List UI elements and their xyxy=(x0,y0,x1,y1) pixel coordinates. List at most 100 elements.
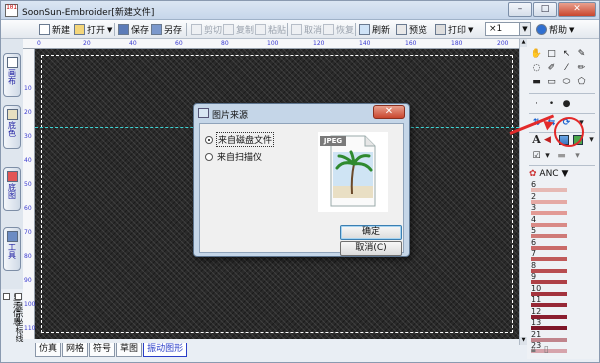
chevron-down-icon[interactable]: ▾ xyxy=(585,133,598,146)
chevron-down-icon[interactable]: ▾ xyxy=(571,149,584,162)
toolbar-separator xyxy=(186,23,187,36)
hand-tool-icon[interactable]: ✋ xyxy=(530,47,543,60)
preview-icon xyxy=(396,24,407,35)
cancel-button[interactable]: 取消(C) xyxy=(340,241,402,256)
tab-bottom-3[interactable]: 草图 xyxy=(116,343,143,357)
ruler-tick-label: 200 xyxy=(497,40,509,47)
show-info-checkbox[interactable] xyxy=(3,293,10,300)
new-button[interactable]: 新建 xyxy=(39,22,70,37)
print-label: 打印 xyxy=(448,26,467,36)
rect-outline-icon[interactable]: ▭ xyxy=(545,75,558,88)
close-button[interactable]: ✕ xyxy=(558,2,596,17)
option-scanner-label: 来自扫描仪 xyxy=(217,153,263,163)
ruler-tick-label: 140 xyxy=(359,40,371,47)
show-ruler-checkbox[interactable] xyxy=(15,293,22,300)
scroll-down-icon[interactable]: ▼ xyxy=(520,337,527,345)
pencil-tool-icon[interactable]: ✏ xyxy=(575,61,588,74)
redo-button[interactable]: 恢复 xyxy=(323,22,354,37)
chevron-down-icon[interactable]: ▾ xyxy=(541,149,554,162)
chevron-down-icon: ▼ xyxy=(107,25,113,34)
line-style-icon[interactable]: ▬ xyxy=(555,149,568,162)
color-set-label: ANC xyxy=(539,169,559,179)
lasso-tool-icon[interactable]: ◌ xyxy=(530,61,543,74)
megaphone-tool-icon[interactable]: ◀ xyxy=(541,133,554,146)
preview-button[interactable]: 预览 xyxy=(396,22,427,37)
filled-rect-icon[interactable]: ▬ xyxy=(530,75,543,88)
ruler-tick-label: 20 xyxy=(83,40,91,47)
print-button[interactable]: 打印 ▼ xyxy=(435,22,473,37)
radio-file[interactable] xyxy=(205,135,213,144)
tab-bottom-4[interactable]: 振动图形 xyxy=(143,343,188,357)
dot-small-icon[interactable]: · xyxy=(530,97,543,110)
top-ruler: 0 20 40 60 80 100 120 140 160 180 200 xyxy=(23,39,519,49)
thread-color-swatch xyxy=(531,257,567,261)
option-from-file[interactable]: 来自磁盘文件 xyxy=(205,132,275,147)
scroll-up-icon[interactable]: ▲ xyxy=(520,39,527,47)
tab-canvas[interactable]: 画布 xyxy=(3,53,21,97)
minimize-button[interactable]: – xyxy=(508,2,532,17)
paste-button[interactable]: 粘贴 xyxy=(255,22,286,37)
page-icon[interactable]: ▯ xyxy=(544,345,549,359)
dot-medium-icon[interactable]: • xyxy=(545,97,558,110)
pointer-tool-icon[interactable]: ↖ xyxy=(560,47,573,60)
redo-icon xyxy=(323,24,334,35)
preview-label: 预览 xyxy=(409,26,428,36)
ok-button[interactable]: 确定 xyxy=(340,225,402,240)
maximize-button[interactable]: □ xyxy=(533,2,557,17)
tab-tools[interactable]: 工具 xyxy=(3,227,21,271)
cut-button[interactable]: 剪切 xyxy=(191,22,222,37)
ellipse-icon[interactable]: ⬭ xyxy=(560,75,573,88)
zoom-select[interactable]: ×1 ▼ xyxy=(485,22,531,36)
printer-icon xyxy=(435,24,446,35)
paste-label: 粘贴 xyxy=(268,26,287,36)
help-button[interactable]: 帮助 ▼ xyxy=(536,22,574,37)
option-from-scanner[interactable]: 来自扫描仪 xyxy=(205,150,262,163)
copy-button[interactable]: 复制 xyxy=(223,22,254,37)
brush-tool-icon[interactable]: ✐ xyxy=(545,61,558,74)
app-icon: 101 xyxy=(5,4,18,17)
image-icon xyxy=(6,171,18,182)
select-rect-icon[interactable]: □ xyxy=(545,47,558,60)
pen-tool-icon[interactable]: ✎ xyxy=(575,47,588,60)
open-button[interactable]: 打开 ▼ xyxy=(74,22,112,37)
radio-scanner[interactable] xyxy=(205,152,213,161)
eyedropper-tool-icon[interactable]: ⁄ xyxy=(560,61,573,74)
scissors-icon xyxy=(191,24,202,35)
tab-background-image[interactable]: 底图 xyxy=(3,167,21,211)
ruler-tick-label: 180 xyxy=(451,40,463,47)
tab-background-color[interactable]: 底色 xyxy=(3,105,21,149)
save-icon xyxy=(118,24,129,35)
ruler-tick-label: 100 xyxy=(24,301,36,308)
thread-color-list[interactable]: 6 2 3 4 5 6 7 8 9 10 11 12 13 21 23 xyxy=(529,180,595,362)
lock-icon[interactable]: 🔒︎ xyxy=(531,345,536,359)
tab-bottom-1[interactable]: 网格 xyxy=(62,343,89,357)
image-preview: JPEG xyxy=(318,132,388,212)
ruler-tick-label: 30 xyxy=(24,133,32,140)
dialog-close-button[interactable]: ✕ xyxy=(373,105,405,119)
copy-label: 复制 xyxy=(236,26,255,36)
save-as-icon xyxy=(151,24,162,35)
canvas-icon xyxy=(6,57,18,68)
image-source-dialog: 图片来源 ✕ 来自磁盘文件 来自扫描仪 JPEG 确定 取消(C) xyxy=(193,103,410,257)
ruler-tick-label: 90 xyxy=(24,277,32,284)
dialog-title: 图片来源 xyxy=(212,111,249,121)
toolbar-separator xyxy=(355,23,356,36)
tab-bottom-2[interactable]: 符号 xyxy=(89,343,116,357)
ruler-tick-label: 20 xyxy=(24,109,32,116)
ruler-tick-label: 60 xyxy=(24,205,32,212)
ruler-tick-label: 70 xyxy=(24,229,32,236)
undo-button[interactable]: 取消 xyxy=(291,22,322,37)
bottom-tab-strip: 仿真 网格 符号 草图 振动图形 xyxy=(35,343,199,357)
annotation-circle xyxy=(554,117,584,147)
chevron-down-icon: ▼ xyxy=(519,23,530,35)
vertical-scrollbar[interactable]: ▲ ▼ xyxy=(519,39,527,345)
dot-large-icon[interactable]: ● xyxy=(560,97,573,110)
tab-canvas-label: 画布 xyxy=(7,69,17,85)
save-button[interactable]: 保存 xyxy=(118,22,149,37)
refresh-button[interactable]: 刷新 xyxy=(359,22,390,37)
save-as-button[interactable]: 另存 xyxy=(151,22,182,37)
polygon-icon[interactable]: ⬠ xyxy=(575,75,588,88)
tab-bottom-0[interactable]: 仿真 xyxy=(35,343,62,357)
jpeg-badge: JPEG xyxy=(320,136,346,146)
color-set-select[interactable]: ✿ ANC ▼ xyxy=(529,169,568,179)
